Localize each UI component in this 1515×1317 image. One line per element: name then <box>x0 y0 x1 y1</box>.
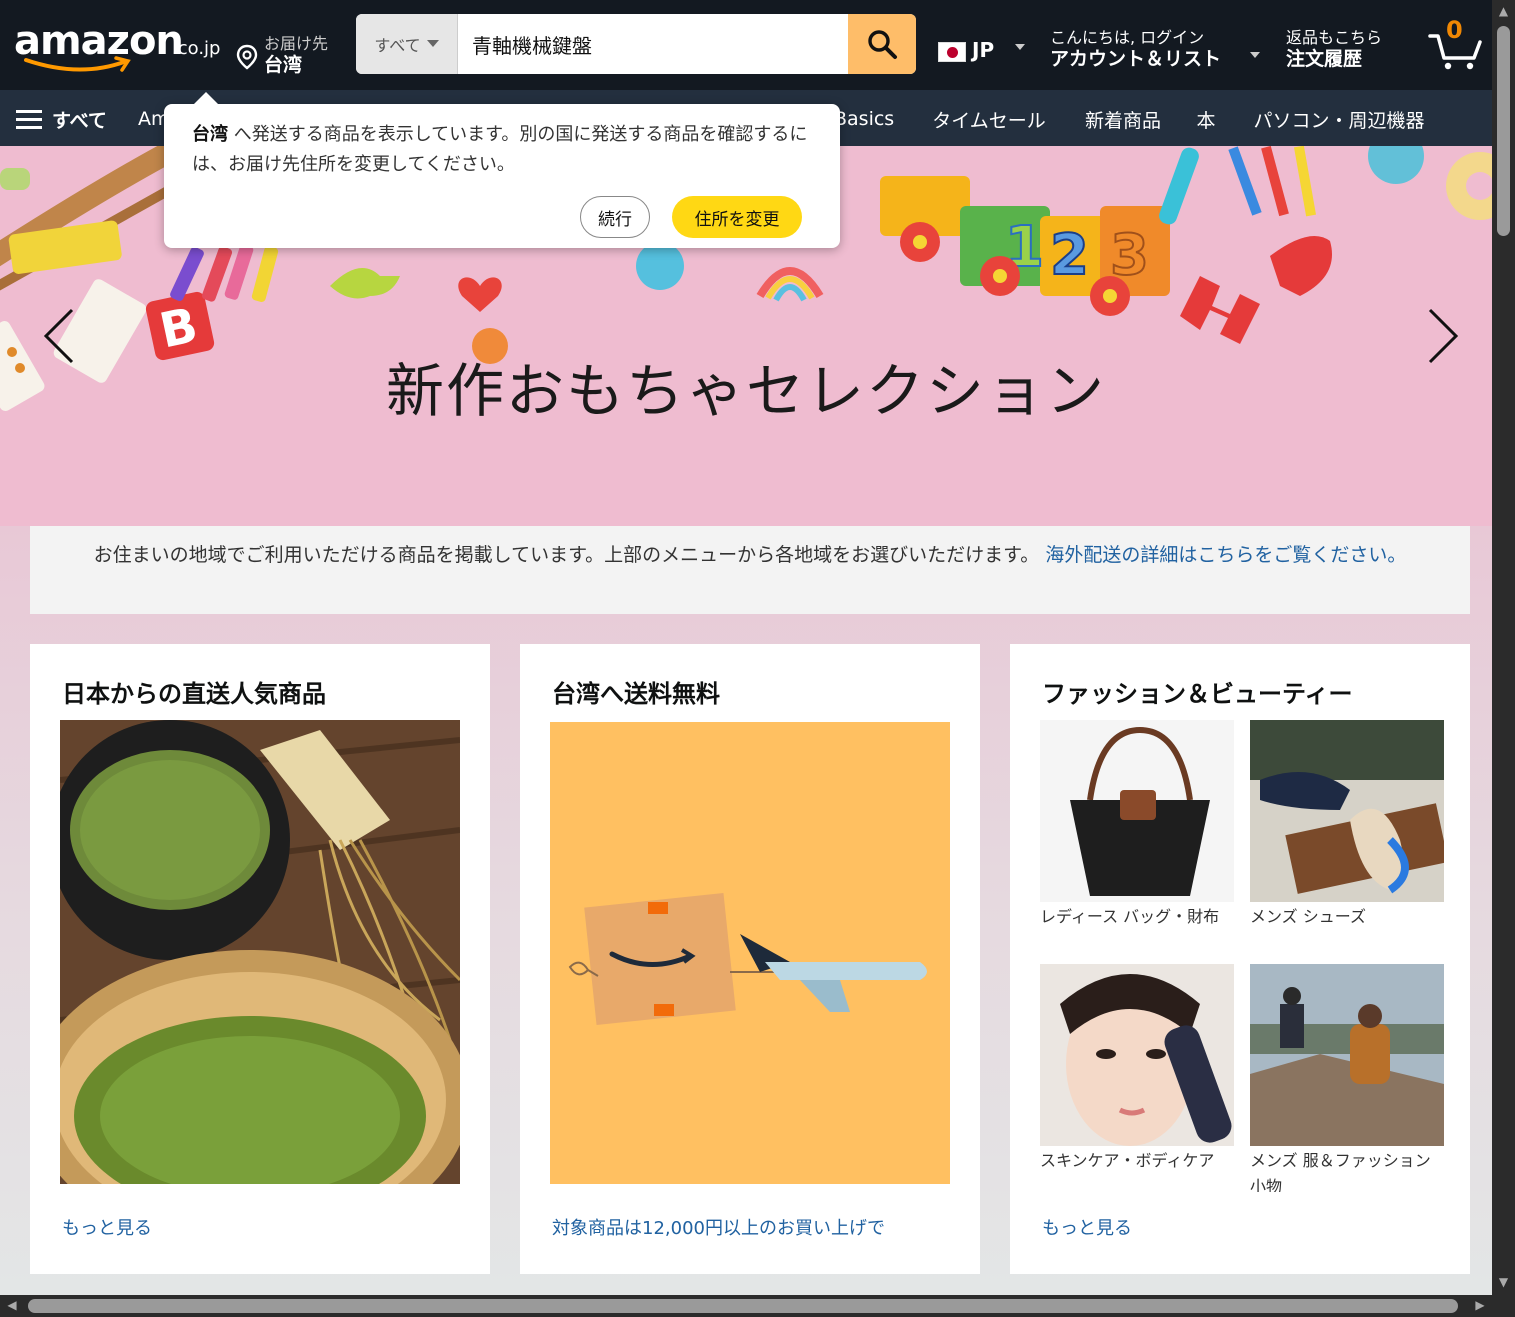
logo-smile-icon <box>24 56 131 72</box>
account-and-lists[interactable]: こんにちは, ログイン アカウント＆リスト <box>1036 8 1264 84</box>
card-fashion-beauty: ファッション＆ビューティー レディース バッグ・財布 メンズ シューズ スキンケ… <box>1010 644 1470 1274</box>
search-category-dropdown[interactable]: すべて <box>356 14 458 74</box>
scroll-right-icon[interactable]: ▶ <box>1472 1298 1488 1314</box>
hamburger-icon <box>16 109 42 129</box>
scroll-down-icon[interactable]: ▼ <box>1496 1275 1511 1290</box>
card-free-shipping-taiwan: 台湾へ送料無料 対象商品は12,000円以上のお買い上げで <box>520 644 980 1274</box>
cart-icon <box>1428 34 1482 70</box>
vertical-scroll-thumb[interactable] <box>1497 26 1510 236</box>
fashion-item-ladies-bags[interactable]: レディース バッグ・財布 <box>1040 720 1234 948</box>
subnav-timesale[interactable]: タイムセール <box>918 98 1060 140</box>
language-caret-button[interactable] <box>1011 30 1031 62</box>
card-japan-popular: 日本からの直送人気商品 もっと見る <box>30 644 490 1274</box>
free-shipping-condition-link[interactable]: 対象商品は12,000円以上のお買い上げで <box>552 1214 885 1240</box>
caret-down-icon <box>1015 44 1025 50</box>
continue-button[interactable]: 続行 <box>580 196 650 238</box>
ladies-bag-image <box>1040 720 1234 902</box>
deliver-to-location[interactable]: お届け先 台湾 <box>226 8 350 84</box>
fashion-item-caption: メンズ 服＆ファッション小物 <box>1250 1151 1431 1192</box>
popover-message-text: へ発送する商品を表示しています。別の国に発送する商品を確認するには、お届け先住所… <box>192 124 808 175</box>
subnav-new-arrivals[interactable]: 新着商品 <box>1072 98 1174 140</box>
overseas-shipping-link[interactable]: 海外配送の詳細はこちらをご覧ください。 <box>1045 544 1406 566</box>
card-image-link[interactable] <box>60 720 460 1184</box>
deliver-country: 台湾 <box>264 54 303 76</box>
carousel-next-button[interactable] <box>1372 146 1492 526</box>
skincare-image <box>1040 964 1234 1146</box>
search-bar: すべて <box>356 14 916 74</box>
subnav-computers[interactable]: パソコン・周辺機器 <box>1236 98 1442 140</box>
region-notice: お住まいの地域でご利用いただける商品を掲載しています。上部のメニューから各地域を… <box>30 526 1470 614</box>
box-airplane-image <box>568 893 927 1025</box>
account-caret-button[interactable] <box>1246 44 1264 66</box>
free-shipping-image-link[interactable] <box>550 722 950 1184</box>
horizontal-scroll-thumb[interactable] <box>28 1299 1458 1313</box>
card-title: 日本からの直送人気商品 <box>62 680 326 708</box>
chevron-left-icon <box>43 308 74 364</box>
scroll-up-icon[interactable]: ▲ <box>1496 4 1511 19</box>
japan-flag-icon <box>938 42 966 62</box>
cart-button[interactable]: 0 <box>1414 8 1492 84</box>
language-code: JP <box>972 38 995 62</box>
mens-clothing-image <box>1250 964 1444 1146</box>
delivery-country-popover: 台湾 へ発送する商品を表示しています。別の国に発送する商品を確認するには、お届け… <box>164 92 840 248</box>
subnav-basics[interactable]: Basics <box>834 98 894 140</box>
chevron-right-icon <box>1428 308 1459 364</box>
page-viewport: amazon .co.jp お届け先 台湾 すべて 青軸機械鍵盤 JP こんにち… <box>0 0 1492 1295</box>
search-button[interactable] <box>848 14 916 74</box>
card-title: ファッション＆ビューティー <box>1042 680 1353 708</box>
matcha-image <box>60 720 460 1184</box>
fashion-item-caption: メンズ シューズ <box>1250 907 1366 926</box>
search-icon <box>868 30 897 59</box>
account-lists-label: アカウント＆リスト <box>1050 48 1222 70</box>
top-navbar: amazon .co.jp お届け先 台湾 すべて 青軸機械鍵盤 JP こんにち… <box>0 0 1492 90</box>
popover-message: 台湾 へ発送する商品を表示しています。別の国に発送する商品を確認するには、お届け… <box>192 120 812 180</box>
carousel-prev-button[interactable] <box>0 146 128 526</box>
see-more-link[interactable]: もっと見る <box>1042 1214 1132 1240</box>
svg-text:2: 2 <box>1050 223 1089 288</box>
caret-down-icon <box>1250 52 1260 58</box>
search-category-label: すべて <box>374 36 421 55</box>
subnav-item-label: Basics <box>834 108 895 130</box>
all-menu-button[interactable]: すべて <box>6 98 124 140</box>
subnav-item-label: 本 <box>1196 109 1216 132</box>
location-pin-icon <box>236 44 258 70</box>
vertical-scrollbar[interactable]: ▲ ▼ <box>1492 0 1515 1295</box>
orders-label: 注文履歴 <box>1286 48 1363 70</box>
popover-country: 台湾 <box>192 124 228 145</box>
subnav-item-label: タイムセール <box>932 109 1046 132</box>
card-title: 台湾へ送料無料 <box>552 680 720 708</box>
change-address-button[interactable]: 住所を変更 <box>672 196 802 238</box>
all-menu-label: すべて <box>52 109 107 132</box>
returns-and-orders[interactable]: 返品もこちら 注文履歴 <box>1272 8 1408 84</box>
fashion-item-caption: レディース バッグ・財布 <box>1040 907 1220 926</box>
caret-down-icon <box>426 40 439 47</box>
scrollbar-corner <box>1492 1295 1515 1317</box>
amazon-logo[interactable]: amazon .co.jp <box>4 6 221 84</box>
hero-title: 新作おもちゃセレクション <box>385 357 1106 425</box>
see-more-link[interactable]: もっと見る <box>62 1214 152 1240</box>
subnav-item-label: パソコン・周辺機器 <box>1253 109 1425 132</box>
fashion-item-caption: スキンケア・ボディケア <box>1040 1151 1215 1170</box>
logo-suffix: .co.jp <box>172 38 221 59</box>
subnav-books[interactable]: 本 <box>1186 98 1226 140</box>
subnav-item-label: 新着商品 <box>1084 109 1161 132</box>
fashion-item-mens-clothing[interactable]: メンズ 服＆ファッション小物 <box>1250 964 1444 1192</box>
mens-shoes-image <box>1250 720 1444 902</box>
horizontal-scrollbar[interactable]: ◀ ▶ <box>0 1295 1492 1317</box>
region-notice-text: お住まいの地域でご利用いただける商品を掲載しています。上部のメニューから各地域を… <box>93 544 1040 566</box>
fashion-item-mens-shoes[interactable]: メンズ シューズ <box>1250 720 1444 948</box>
fashion-item-skincare[interactable]: スキンケア・ボディケア <box>1040 964 1234 1192</box>
scroll-left-icon[interactable]: ◀ <box>4 1298 20 1314</box>
language-selector[interactable]: JP <box>934 8 1012 84</box>
search-input[interactable] <box>460 14 848 74</box>
